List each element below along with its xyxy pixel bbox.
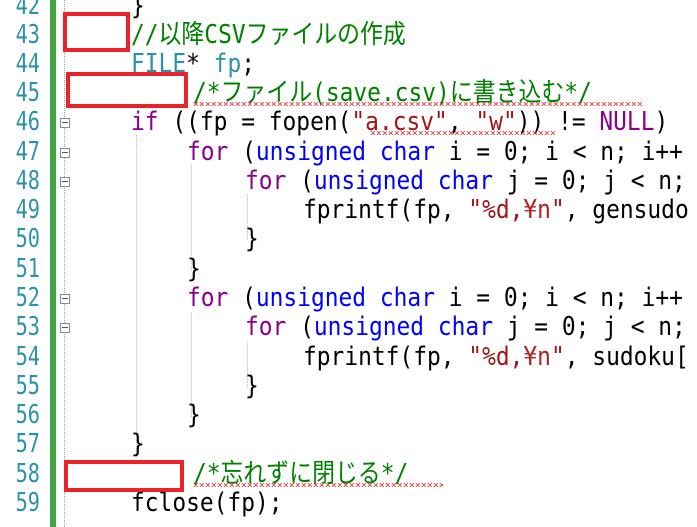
line-number: 46 bbox=[15, 107, 40, 137]
variable-fp: fp bbox=[213, 49, 242, 79]
highlight-box bbox=[66, 72, 188, 108]
spellcheck-squiggle bbox=[193, 483, 443, 487]
keyword-char: char bbox=[379, 283, 435, 313]
code-line-51[interactable]: } bbox=[187, 254, 201, 284]
code-text: ( bbox=[228, 137, 256, 167]
escape-sequence: ¥n bbox=[523, 195, 551, 225]
code-text: ( bbox=[286, 312, 314, 342]
line-number: 44 bbox=[15, 49, 40, 79]
fold-toggle-icon[interactable] bbox=[60, 294, 70, 304]
code-line-48[interactable]: for (unsigned char j = 0; j < n; bbox=[245, 166, 686, 196]
code-text: ((fp = fopen( bbox=[158, 107, 352, 137]
code-line-49[interactable]: fprintf(fp, "%d,¥n", gensudo bbox=[303, 195, 689, 225]
line-number: 56 bbox=[15, 400, 40, 430]
keyword-unsigned: unsigned bbox=[255, 283, 367, 313]
code-text: j = 0; j < n; bbox=[492, 166, 686, 196]
fold-toggle-icon[interactable] bbox=[60, 148, 70, 158]
string-literal: "%d, bbox=[468, 195, 524, 225]
indent-guide bbox=[136, 135, 137, 457]
highlight-box bbox=[63, 12, 130, 52]
fold-toggle-icon[interactable] bbox=[60, 118, 70, 128]
line-number: 45 bbox=[15, 78, 40, 108]
keyword-for: for bbox=[187, 137, 229, 167]
code-text: ( bbox=[228, 283, 256, 313]
code-text: fprintf(fp, bbox=[303, 195, 469, 225]
keyword-for: for bbox=[187, 283, 229, 313]
line-number: 49 bbox=[15, 195, 40, 225]
code-text: , sudoku[ bbox=[564, 342, 689, 372]
keyword-if: if bbox=[131, 107, 159, 137]
keyword-char: char bbox=[437, 166, 493, 196]
keyword-unsigned: unsigned bbox=[313, 166, 425, 196]
change-indicator-bar bbox=[50, 0, 56, 527]
line-number: 52 bbox=[15, 283, 40, 313]
code-line-47[interactable]: for (unsigned char i = 0; i < n; i++ bbox=[187, 137, 683, 167]
code-line-59[interactable]: fclose(fp); bbox=[131, 488, 283, 518]
code-line-52[interactable]: for (unsigned char i = 0; i < n; i++ bbox=[187, 283, 683, 313]
line-number: 51 bbox=[15, 254, 40, 284]
line-number: 55 bbox=[15, 371, 40, 401]
code-text: , gensudo bbox=[564, 195, 689, 225]
line-number: 58 bbox=[15, 459, 40, 489]
code-text: fprintf(fp, bbox=[303, 342, 469, 372]
line-number: 42 bbox=[15, 0, 40, 21]
closing-brace: } bbox=[245, 224, 259, 254]
code-line-42[interactable]: } bbox=[131, 0, 145, 21]
fold-toggle-icon[interactable] bbox=[60, 177, 70, 187]
code-text: j = 0; j < n; bbox=[492, 312, 686, 342]
line-number: 50 bbox=[15, 224, 40, 254]
line-number: 59 bbox=[15, 488, 40, 518]
fold-toggle-icon[interactable] bbox=[60, 323, 70, 333]
code-line-50[interactable]: } bbox=[245, 224, 259, 254]
keyword-char: char bbox=[437, 312, 493, 342]
code-text: ) bbox=[654, 107, 669, 137]
line-number: 47 bbox=[15, 137, 40, 167]
keyword-unsigned: unsigned bbox=[313, 312, 425, 342]
code-text: fclose(fp); bbox=[131, 488, 283, 518]
closing-brace: } bbox=[245, 371, 259, 401]
semicolon: ; bbox=[241, 49, 255, 79]
keyword-for: for bbox=[245, 166, 287, 196]
string-literal: "%d, bbox=[468, 342, 524, 372]
code-line-43[interactable]: //以降CSVファイルの作成 bbox=[131, 20, 406, 50]
code-line-54[interactable]: fprintf(fp, "%d,¥n", sudoku[ bbox=[303, 342, 689, 372]
closing-brace: } bbox=[187, 254, 201, 284]
code-line-53[interactable]: for (unsigned char j = 0; j < n; bbox=[245, 312, 686, 342]
comment-text: //以降CSVファイルの作成 bbox=[131, 20, 406, 50]
keyword-char: char bbox=[379, 137, 435, 167]
code-line-56[interactable]: } bbox=[187, 400, 201, 430]
string-literal: " bbox=[550, 342, 565, 372]
closing-brace: } bbox=[131, 0, 145, 21]
code-text: ( bbox=[286, 166, 314, 196]
closing-brace: } bbox=[131, 429, 145, 459]
escape-sequence: ¥n bbox=[523, 342, 551, 372]
pointer-token: * bbox=[186, 49, 214, 79]
null-constant: NULL bbox=[599, 107, 655, 137]
line-number: 53 bbox=[15, 312, 40, 342]
fold-guide-line bbox=[64, 0, 65, 527]
code-text: i = 0; i < n; i++ bbox=[434, 137, 683, 167]
code-text: i = 0; i < n; i++ bbox=[434, 283, 683, 313]
closing-brace: } bbox=[187, 400, 201, 430]
code-line-55[interactable]: } bbox=[245, 371, 259, 401]
keyword-unsigned: unsigned bbox=[255, 137, 367, 167]
string-literal: " bbox=[550, 195, 565, 225]
line-number: 43 bbox=[15, 20, 40, 50]
spellcheck-squiggle bbox=[370, 131, 555, 135]
keyword-for: for bbox=[245, 312, 287, 342]
spellcheck-squiggle bbox=[193, 102, 643, 106]
line-number: 48 bbox=[15, 166, 40, 196]
line-number: 57 bbox=[15, 429, 40, 459]
code-line-57[interactable]: } bbox=[131, 429, 145, 459]
line-number: 54 bbox=[15, 342, 40, 372]
highlight-box bbox=[64, 460, 184, 492]
